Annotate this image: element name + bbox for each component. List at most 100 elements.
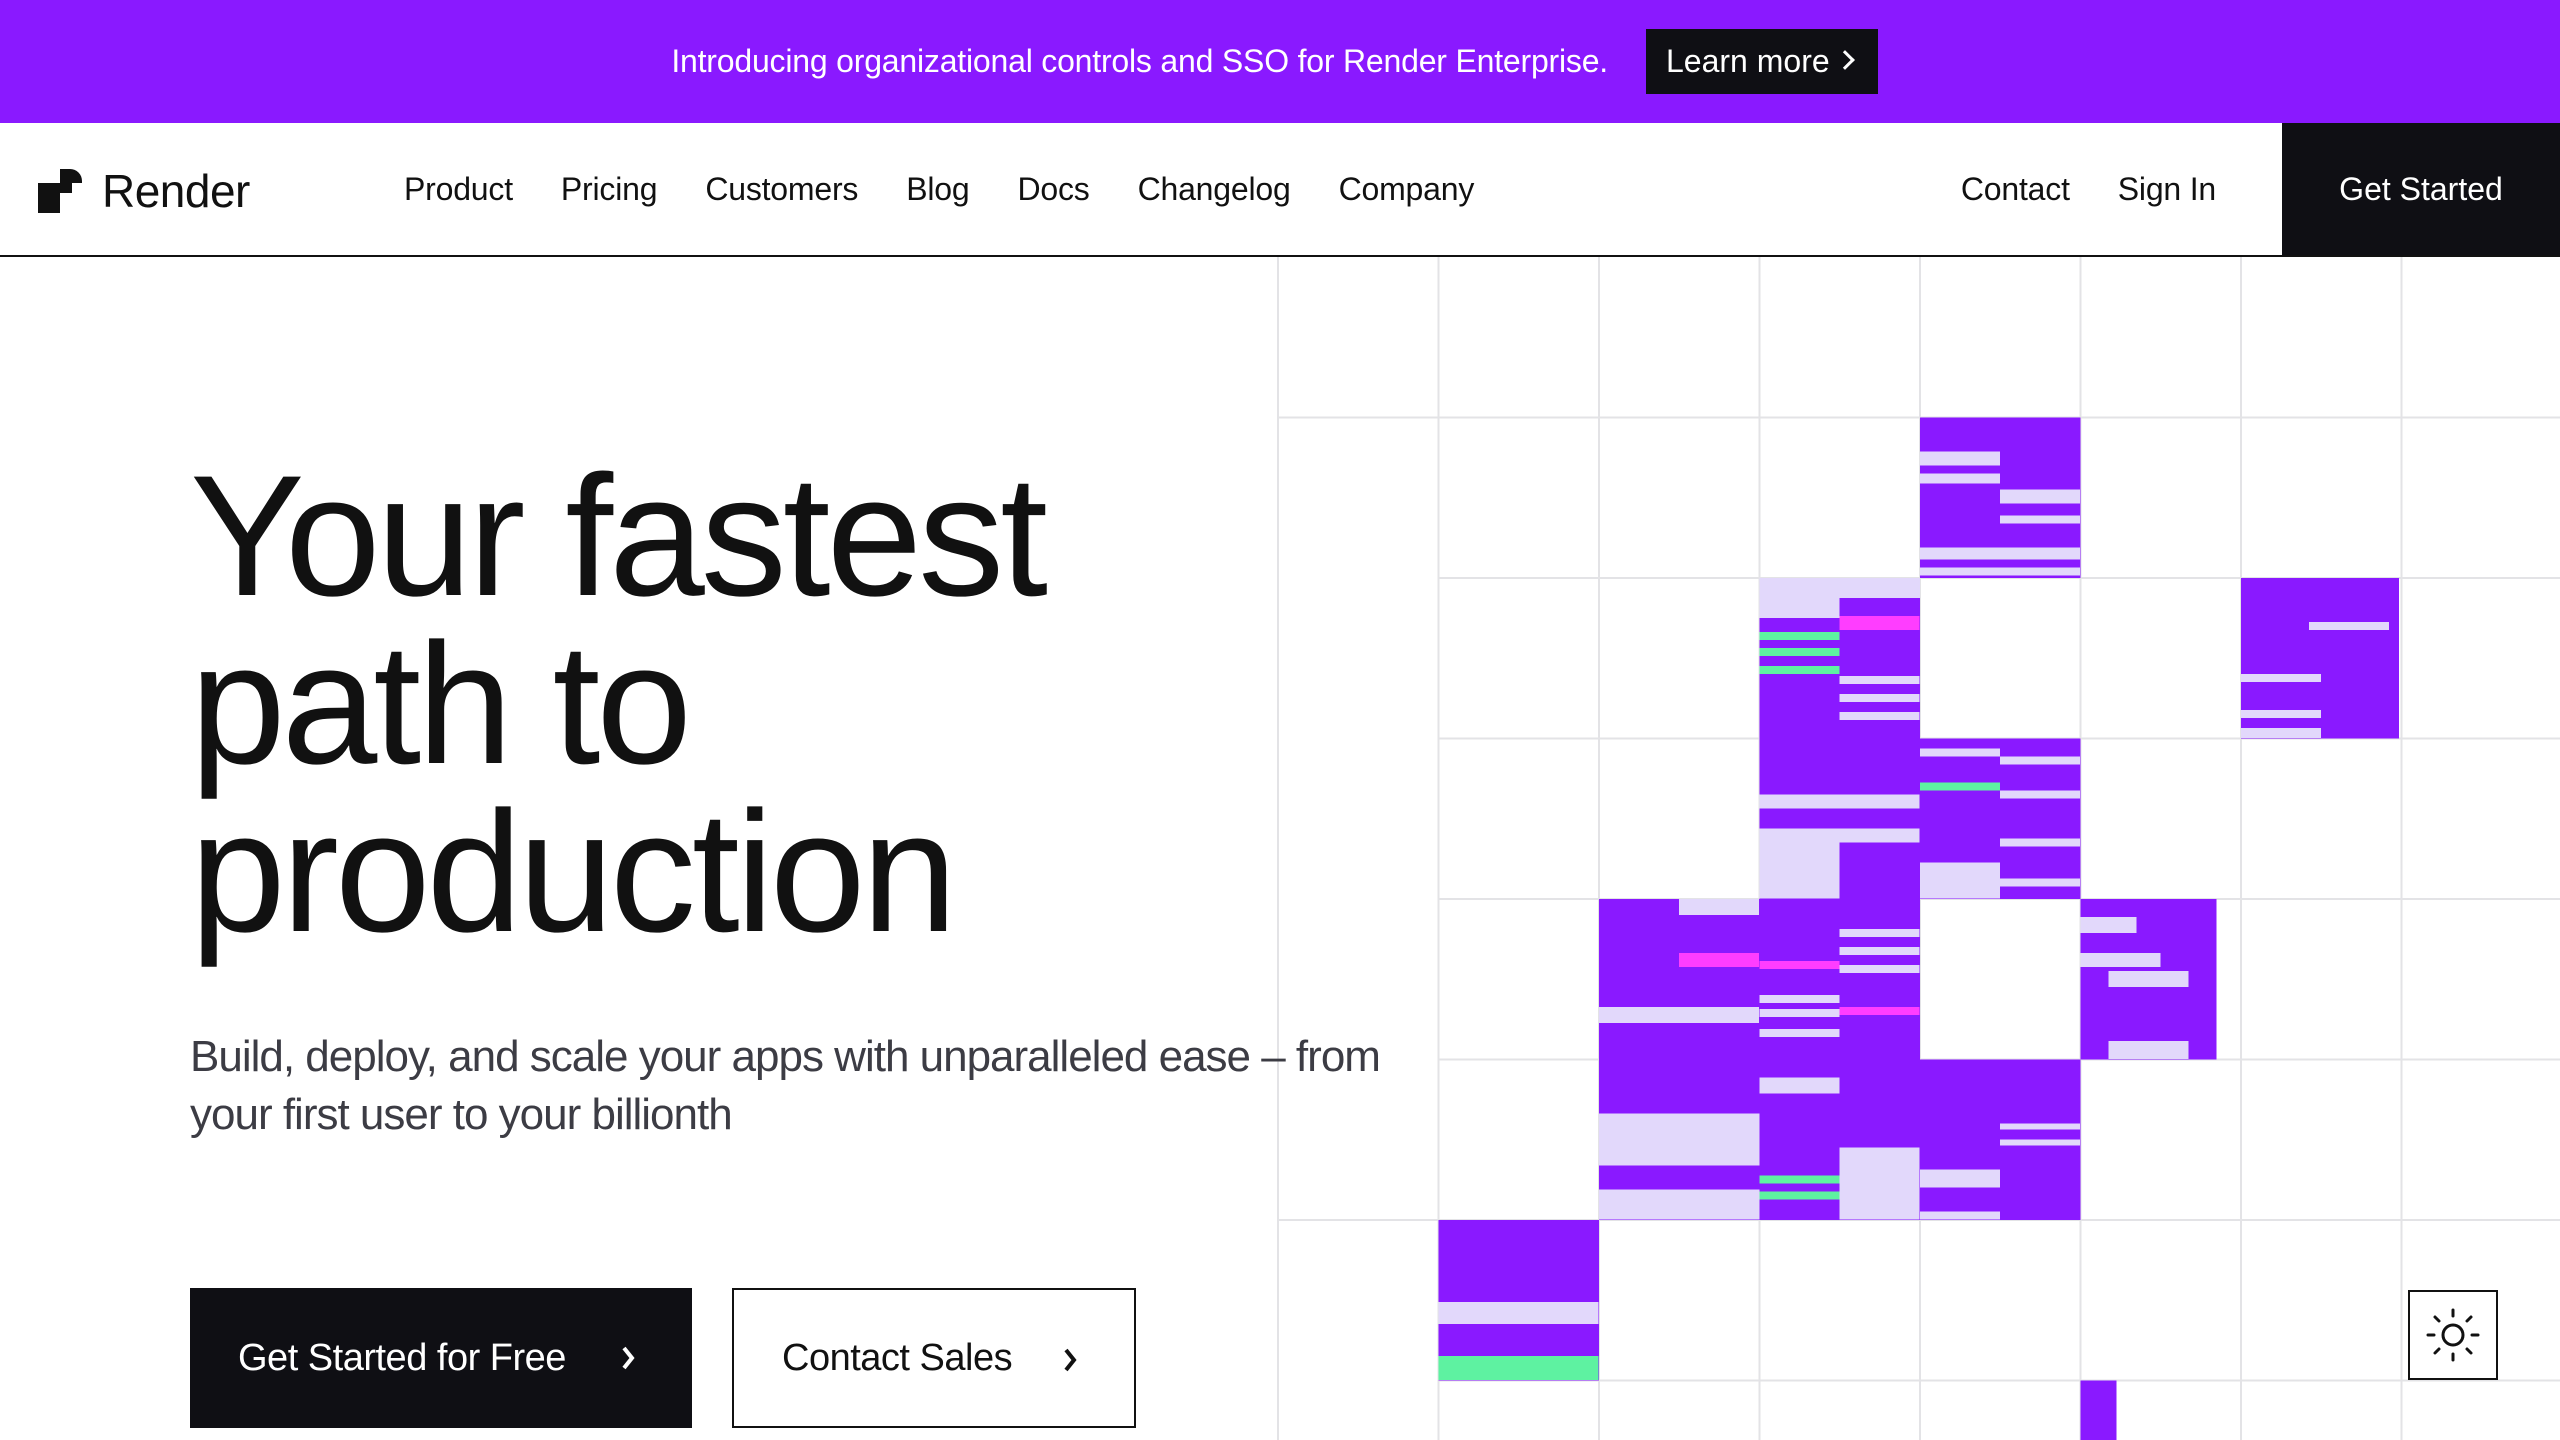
hero-subtitle-line-2: your first user to your billionth — [190, 1090, 733, 1139]
grid-stripe — [1759, 632, 1840, 640]
grid-stripe — [1759, 1077, 1840, 1094]
grid-stripe — [1920, 451, 2000, 466]
learn-more-label: Learn more — [1666, 43, 1830, 79]
grid-stripe — [2000, 878, 2080, 887]
grid-stripe — [1759, 794, 1920, 809]
grid-stripe — [1839, 929, 1920, 937]
grid-block — [1599, 899, 1760, 1060]
grid-stripe — [2108, 1041, 2189, 1059]
grid-stripe — [1759, 828, 1920, 843]
render-logo-icon — [38, 169, 82, 213]
grid-stripe — [2080, 917, 2137, 933]
contact-sales-button[interactable]: Contact Sales — [732, 1288, 1136, 1428]
grid-stripe — [2241, 728, 2321, 738]
grid-stripe — [1438, 1302, 1599, 1324]
grid-block — [1759, 738, 1920, 899]
hero-title-line-3: production — [190, 776, 957, 968]
grid-stripe — [1920, 782, 2000, 791]
get-started-free-label: Get Started for Free — [238, 1336, 566, 1379]
grid-stripe — [2000, 756, 2080, 765]
grid-stripe — [1759, 1175, 1840, 1184]
grid-stripe — [1920, 862, 2000, 899]
grid-block — [2080, 899, 2217, 1060]
brand-name: Render — [102, 165, 250, 217]
grid-stripe — [1759, 834, 1840, 899]
grid-block — [1599, 1059, 1760, 1220]
grid-stripe — [2080, 953, 2161, 967]
grid-block — [1599, 1189, 1760, 1220]
announcement-banner: Introducing organizational controls and … — [0, 0, 2560, 123]
grid-stripe — [1759, 1203, 1840, 1212]
grid-stripe — [1839, 712, 1920, 720]
secondary-nav-links: Contact Sign In — [1961, 167, 2216, 211]
primary-nav-links: Product Pricing Customers Blog Docs Chan… — [404, 167, 1474, 211]
grid-stripe — [1759, 1029, 1840, 1037]
grid-stripe — [2000, 838, 2080, 847]
nav-contact[interactable]: Contact — [1961, 167, 2070, 211]
top-navigation: Render Product Pricing Customers Blog Do… — [0, 123, 2560, 257]
banner-text: Introducing organizational controls and … — [671, 43, 1608, 79]
theme-toggle-button[interactable] — [2408, 1290, 2498, 1380]
nav-blog[interactable]: Blog — [906, 167, 969, 211]
get-started-free-button[interactable]: Get Started for Free — [190, 1288, 692, 1428]
nav-company[interactable]: Company — [1339, 167, 1475, 211]
grid-stripe — [1438, 1356, 1599, 1380]
grid-block — [1759, 598, 1840, 618]
grid-block — [1759, 578, 1920, 598]
grid-block — [1920, 738, 2081, 899]
hero-subtitle: Build, deploy, and scale your apps with … — [190, 1028, 1440, 1144]
nav-product[interactable]: Product — [404, 167, 513, 211]
grid-stripe — [2000, 790, 2080, 799]
hero-subtitle-line-1: Build, deploy, and scale your apps with … — [190, 1032, 1381, 1081]
grid-stripe — [1920, 567, 2080, 576]
nav-changelog[interactable]: Changelog — [1138, 167, 1291, 211]
grid-stripe — [2000, 489, 2080, 504]
hero-title-line-1: Your fastest — [190, 440, 1048, 632]
nav-sign-in[interactable]: Sign In — [2118, 167, 2216, 211]
grid-stripe — [1679, 953, 1759, 967]
sun-icon — [2426, 1308, 2480, 1362]
grid-block — [1920, 417, 2081, 578]
grid-stripe — [1839, 676, 1920, 684]
chevron-right-icon — [1064, 1348, 1077, 1372]
grid-stripe — [1839, 947, 1920, 955]
hero-title: Your fastest path to production — [190, 440, 1290, 968]
grid-stripe — [2241, 710, 2321, 718]
grid-block — [1438, 1220, 1599, 1381]
grid-block — [2241, 578, 2399, 739]
grid-block — [1759, 578, 1920, 739]
nav-docs[interactable]: Docs — [1017, 167, 1089, 211]
nav-pricing[interactable]: Pricing — [561, 167, 658, 211]
grid-stripe — [1599, 1007, 1759, 1023]
contact-sales-label: Contact Sales — [782, 1336, 1013, 1379]
grid-stripe — [2000, 1123, 2080, 1130]
grid-stripe — [2108, 971, 2189, 987]
grid-block — [1920, 1059, 2081, 1220]
chevron-right-icon — [1835, 50, 1855, 70]
learn-more-button[interactable]: Learn more — [1646, 29, 1878, 94]
grid-block — [1759, 899, 1920, 1060]
grid-stripe — [1679, 899, 1759, 915]
grid-stripe — [1920, 531, 2080, 542]
get-started-button[interactable]: Get Started — [2282, 123, 2560, 255]
grid-blocks — [1438, 417, 2399, 1440]
grid-stripe — [2241, 674, 2321, 682]
grid-stripe — [1759, 1009, 1840, 1017]
grid-stripe — [1839, 1007, 1920, 1015]
brand-logo[interactable]: Render — [38, 165, 250, 217]
nav-customers[interactable]: Customers — [705, 167, 858, 211]
grid-stripe — [2000, 515, 2080, 524]
grid-stripe — [1920, 748, 2000, 757]
grid-stripe — [1920, 473, 2000, 484]
grid-block — [1759, 1059, 1920, 1220]
grid-stripe — [1759, 1191, 1840, 1200]
grid-stripe — [2000, 1139, 2080, 1146]
grid-stripe — [1839, 1147, 1920, 1220]
grid-stripe — [1759, 995, 1840, 1003]
grid-block — [2080, 1380, 2117, 1440]
grid-stripe — [1920, 1169, 2000, 1188]
grid-stripe — [1920, 1211, 2000, 1220]
grid-lines — [1277, 257, 2560, 1440]
grid-block — [1599, 1113, 1760, 1166]
grid-stripe — [1920, 547, 2080, 560]
